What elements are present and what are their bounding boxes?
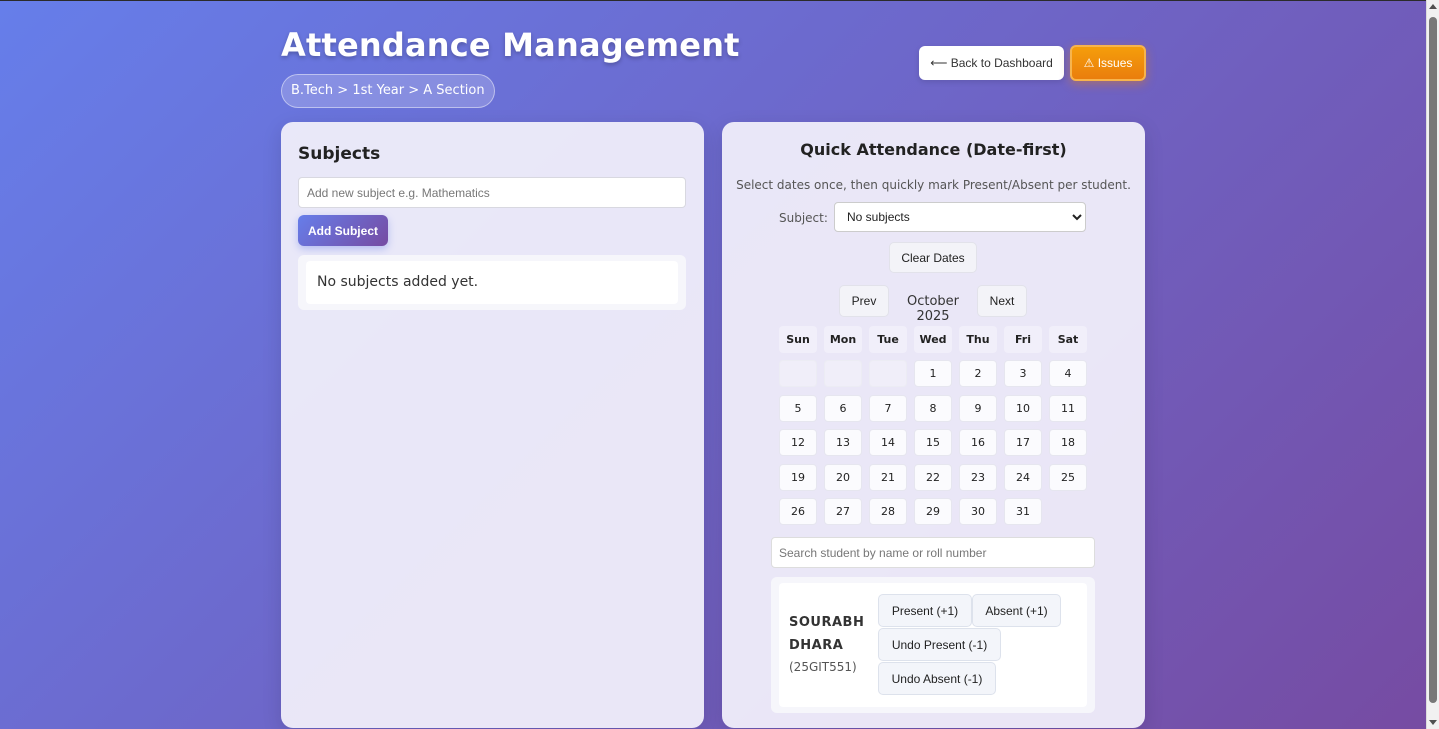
next-month-button[interactable]: Next: [977, 285, 1027, 317]
page-title: Attendance Management: [281, 26, 740, 64]
calendar-day-19[interactable]: 19: [779, 464, 817, 491]
calendar-day-5[interactable]: 5: [779, 395, 817, 422]
weekday-header-mon: Mon: [824, 326, 862, 353]
calendar-day-25[interactable]: 25: [1049, 464, 1087, 491]
scroll-up-arrow-icon[interactable]: [1429, 4, 1437, 9]
undo-absent-button[interactable]: Undo Absent (-1): [878, 662, 996, 695]
calendar-day-21[interactable]: 21: [869, 464, 907, 491]
month-label: October 2025: [906, 294, 960, 324]
calendar-day-16[interactable]: 16: [959, 429, 997, 456]
weekday-header-tue: Tue: [869, 326, 907, 353]
present-button[interactable]: Present (+1): [878, 594, 972, 627]
subjects-title: Subjects: [298, 144, 381, 164]
subjects-panel: Subjects Add Subject No subjects added y…: [281, 122, 704, 728]
scroll-down-arrow-icon[interactable]: [1429, 720, 1437, 725]
scrollbar-thumb[interactable]: [1429, 17, 1437, 703]
window-top-border: [0, 0, 1439, 1]
quick-attendance-title: Quick Attendance (Date-first): [800, 140, 1067, 159]
prev-month-button[interactable]: Prev: [839, 285, 889, 317]
calendar-day-2[interactable]: 2: [959, 360, 997, 387]
calendar-day-7[interactable]: 7: [869, 395, 907, 422]
calendar-day-18[interactable]: 18: [1049, 429, 1087, 456]
calendar-day-1[interactable]: 1: [914, 360, 952, 387]
weekday-header-sun: Sun: [779, 326, 817, 353]
subject-select-label: Subject:: [779, 211, 828, 225]
clear-dates-button[interactable]: Clear Dates: [889, 242, 977, 273]
back-to-dashboard-button[interactable]: ⟵ Back to Dashboard: [919, 46, 1064, 80]
calendar-empty-cell: [869, 360, 907, 387]
calendar-day-20[interactable]: 20: [824, 464, 862, 491]
calendar-empty-cell: [824, 360, 862, 387]
calendar-day-29[interactable]: 29: [914, 498, 952, 525]
student-roll-number: (25GIT551): [789, 660, 857, 674]
weekday-header-wed: Wed: [914, 326, 952, 353]
calendar-day-15[interactable]: 15: [914, 429, 952, 456]
quick-attendance-description: Select dates once, then quickly mark Pre…: [736, 178, 1131, 192]
calendar-day-8[interactable]: 8: [914, 395, 952, 422]
student-search-input[interactable]: [771, 537, 1095, 568]
calendar-day-23[interactable]: 23: [959, 464, 997, 491]
student-name: SOURABH DHARA: [789, 615, 865, 653]
calendar-empty-cell: [779, 360, 817, 387]
page-scrollbar[interactable]: [1426, 0, 1439, 729]
calendar-day-26[interactable]: 26: [779, 498, 817, 525]
breadcrumb: B.Tech > 1st Year > A Section: [281, 74, 495, 108]
subject-select[interactable]: No subjects: [834, 202, 1086, 232]
calendar-day-27[interactable]: 27: [824, 498, 862, 525]
subjects-empty-message: No subjects added yet.: [317, 274, 479, 290]
calendar-day-10[interactable]: 10: [1004, 395, 1042, 422]
absent-button[interactable]: Absent (+1): [972, 594, 1061, 627]
calendar-day-9[interactable]: 9: [959, 395, 997, 422]
add-subject-button[interactable]: Add Subject: [298, 215, 388, 246]
issues-button[interactable]: ⚠ Issues: [1070, 45, 1146, 81]
calendar-day-30[interactable]: 30: [959, 498, 997, 525]
weekday-header-fri: Fri: [1004, 326, 1042, 353]
quick-attendance-panel: Quick Attendance (Date-first) Select dat…: [722, 122, 1145, 728]
calendar-day-17[interactable]: 17: [1004, 429, 1042, 456]
calendar-day-22[interactable]: 22: [914, 464, 952, 491]
calendar-day-31[interactable]: 31: [1004, 498, 1042, 525]
calendar-day-11[interactable]: 11: [1049, 395, 1087, 422]
calendar-day-3[interactable]: 3: [1004, 360, 1042, 387]
weekday-header-sat: Sat: [1049, 326, 1087, 353]
calendar-day-13[interactable]: 13: [824, 429, 862, 456]
calendar-day-12[interactable]: 12: [779, 429, 817, 456]
calendar-day-6[interactable]: 6: [824, 395, 862, 422]
calendar-day-28[interactable]: 28: [869, 498, 907, 525]
calendar-day-4[interactable]: 4: [1049, 360, 1087, 387]
student-card: SOURABH DHARA (25GIT551) Present (+1) Ab…: [771, 577, 1095, 713]
calendar-day-24[interactable]: 24: [1004, 464, 1042, 491]
subjects-list: No subjects added yet.: [298, 255, 686, 310]
weekday-header-thu: Thu: [959, 326, 997, 353]
new-subject-input[interactable]: [298, 177, 686, 208]
calendar-day-14[interactable]: 14: [869, 429, 907, 456]
undo-present-button[interactable]: Undo Present (-1): [878, 628, 1001, 661]
